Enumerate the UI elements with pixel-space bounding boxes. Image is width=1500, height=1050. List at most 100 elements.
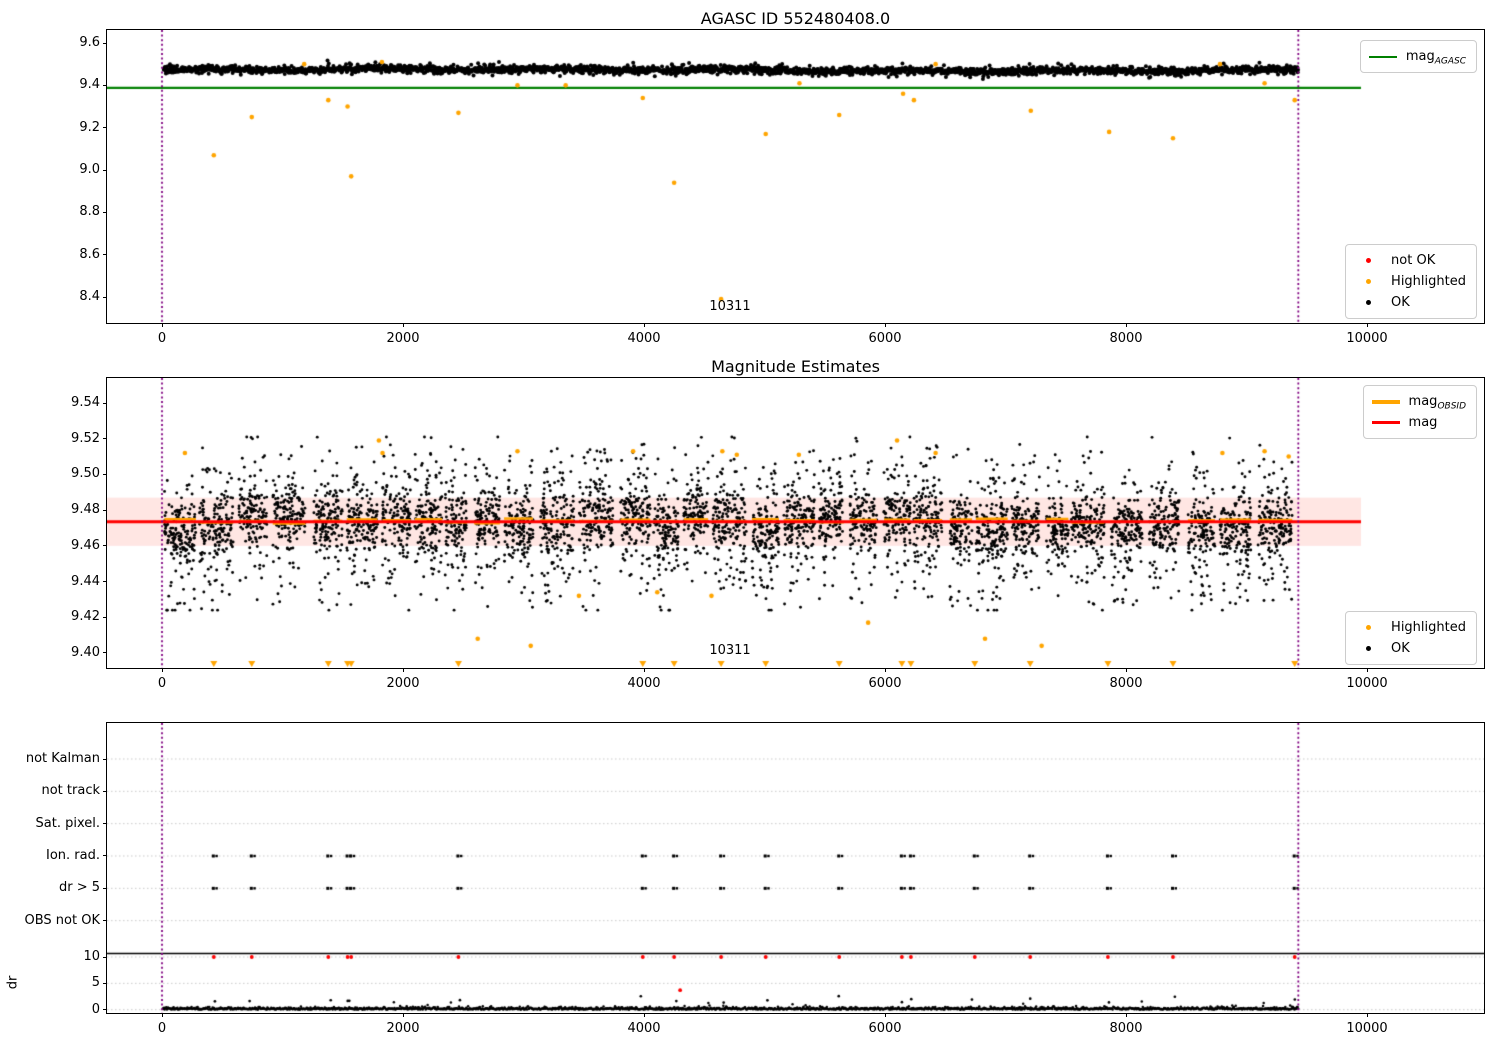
x-tick-mark	[1125, 668, 1127, 672]
x-tick-mark	[402, 1013, 404, 1017]
y-tick-mark	[103, 758, 107, 760]
y-tick-mark	[103, 855, 107, 857]
y-tick-label: 9.48	[71, 502, 100, 518]
x-tick-mark	[161, 323, 163, 327]
plot-bottom-canvas	[107, 723, 1484, 1013]
x-tick-mark	[643, 323, 645, 327]
obsid-annotation-middle: 10311	[709, 643, 751, 658]
x-tick-mark	[1366, 323, 1368, 327]
y-tick-mark	[103, 438, 107, 440]
flag-row-label: not Kalman	[25, 751, 100, 766]
x-tick-mark	[884, 323, 886, 327]
legend-row: magAGASC	[1368, 46, 1466, 67]
x-tick-label: 2000	[386, 331, 420, 346]
x-tick-label: 2000	[386, 1021, 420, 1036]
y-tick-mark	[103, 296, 107, 298]
y-tick-mark	[103, 790, 107, 792]
x-tick-label: 2000	[386, 676, 420, 691]
flag-row-label: dr > 5	[58, 880, 100, 896]
x-tick-label: 6000	[868, 1021, 902, 1036]
y-tick-mark	[103, 211, 107, 213]
y-tick-mark	[103, 956, 107, 958]
legend-row: Highlighted	[1354, 271, 1466, 292]
figure: AGASC ID 552480408.0 Magnitude Estimates…	[0, 0, 1500, 1050]
legend-label-highlighted: Highlighted	[1391, 274, 1466, 289]
legend-point-types-middle: Highlighted OK	[1345, 611, 1477, 665]
x-tick-label: 0	[157, 331, 167, 346]
flag-row-label: not track	[41, 783, 100, 799]
y-tick-label: 9.44	[71, 573, 100, 589]
y-tick-mark	[103, 254, 107, 256]
x-tick-label: 4000	[627, 331, 661, 346]
y-tick-mark	[103, 920, 107, 922]
legend-row: Highlighted	[1354, 617, 1466, 638]
legend-mag-lines: magOBSID mag	[1362, 385, 1477, 439]
legend-label-ok: OK	[1391, 295, 1410, 310]
y-tick-mark	[103, 581, 107, 583]
y-tick-label: 8.4	[79, 289, 100, 305]
dr-tick-label: 0	[91, 1001, 100, 1017]
y-tick-mark	[103, 402, 107, 404]
y-tick-mark	[103, 545, 107, 547]
y-tick-label: 8.8	[79, 204, 100, 220]
legend-row: magOBSID	[1371, 391, 1466, 412]
highlighted-dot-icon	[1354, 625, 1382, 630]
flag-row-label: Sat. pixel.	[35, 815, 100, 831]
legend-row: mag	[1371, 412, 1466, 433]
highlighted-dot-icon	[1354, 279, 1382, 284]
y-tick-label: 9.52	[71, 430, 100, 446]
y-tick-label: 9.50	[71, 466, 100, 482]
x-tick-label: 10000	[1346, 331, 1388, 346]
x-tick-mark	[161, 668, 163, 672]
x-tick-mark	[1125, 1013, 1127, 1017]
plot-top-title: AGASC ID 552480408.0	[700, 9, 891, 28]
not-ok-dot-icon	[1354, 258, 1382, 263]
legend-label-mag-agasc: magAGASC	[1405, 49, 1466, 67]
x-tick-mark	[884, 668, 886, 672]
y-tick-mark	[103, 509, 107, 511]
x-tick-mark	[402, 668, 404, 672]
x-tick-mark	[643, 1013, 645, 1017]
legend-label-mag: mag	[1408, 415, 1438, 430]
dr-tick-label: 5	[91, 975, 100, 991]
y-tick-mark	[103, 823, 107, 825]
x-tick-mark	[402, 323, 404, 327]
legend-row: OK	[1354, 638, 1466, 659]
y-tick-mark	[103, 652, 107, 654]
y-tick-mark	[103, 982, 107, 984]
legend-row: OK	[1354, 292, 1466, 313]
y-tick-label: 9.40	[71, 644, 100, 660]
x-tick-label: 8000	[1109, 331, 1143, 346]
x-tick-mark	[1366, 668, 1368, 672]
obsid-annotation-top: 10311	[709, 299, 751, 314]
plot-middle-title: Magnitude Estimates	[711, 357, 880, 376]
legend-label-mag-obsid: magOBSID	[1408, 394, 1466, 412]
ok-dot-icon	[1354, 300, 1382, 305]
ok-dot-icon	[1354, 646, 1382, 651]
y-tick-mark	[103, 473, 107, 475]
plot-top-canvas	[107, 30, 1484, 323]
x-tick-label: 6000	[868, 676, 902, 691]
y-tick-mark	[103, 127, 107, 129]
y-tick-mark	[103, 84, 107, 86]
y-tick-label: 9.4	[79, 77, 100, 93]
mag-line-swatch	[1371, 421, 1400, 424]
x-tick-label: 4000	[627, 1021, 661, 1036]
x-tick-label: 10000	[1346, 1021, 1388, 1036]
mag-agasc-line-swatch	[1368, 55, 1397, 58]
x-tick-label: 4000	[627, 676, 661, 691]
x-tick-label: 0	[157, 1021, 167, 1036]
y-tick-label: 9.0	[79, 162, 100, 178]
flag-row-label: Ion. rad.	[46, 847, 100, 863]
legend-label-highlighted: Highlighted	[1391, 620, 1466, 635]
x-tick-mark	[1125, 323, 1127, 327]
dr-axis-label: dr	[5, 975, 21, 990]
mag-obsid-line-swatch	[1371, 399, 1400, 404]
y-tick-label: 8.6	[79, 246, 100, 262]
y-tick-mark	[103, 616, 107, 618]
x-tick-label: 8000	[1109, 1021, 1143, 1036]
x-tick-mark	[1366, 1013, 1368, 1017]
legend-label-not-ok: not OK	[1391, 253, 1436, 268]
y-tick-label: 9.6	[79, 35, 100, 50]
x-tick-mark	[884, 1013, 886, 1017]
